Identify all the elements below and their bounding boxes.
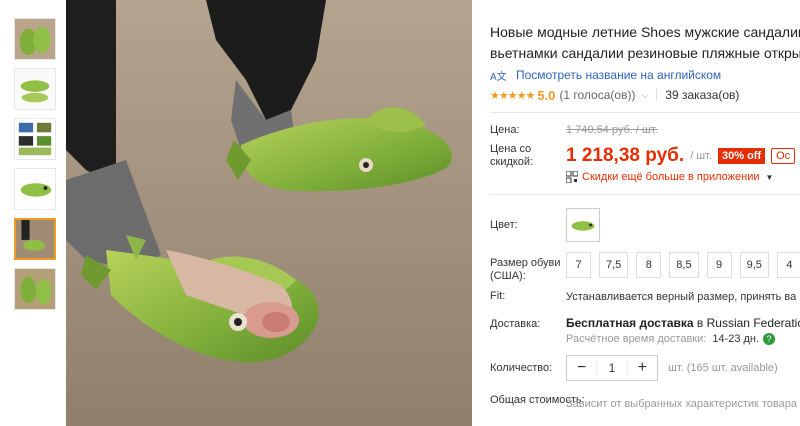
size-option-7[interactable]: 7 [566,252,591,278]
product-info-panel: Новые модные летние Shoes мужские сандал… [490,0,800,426]
title-line-1: Новые модные летние Shoes мужские сандал… [490,24,800,40]
translate-icon: A文 [490,72,507,83]
per-unit: / шт. [690,150,712,162]
fit-label: Fit: [490,290,506,302]
rating-stars-icon: ★★★★★ [490,89,535,102]
quantity-row: Количество: − 1 + шт. (165 шт. available… [490,355,778,381]
app-discount-link[interactable]: Скидки ещё больше в приложении ▼ [566,171,773,183]
total-value: Зависит от выбранных характеристик товар… [566,398,797,410]
fit-value: Устанавливается верный размер, принять в… [566,290,797,303]
main-product-image[interactable] [66,0,472,426]
thumbnail-3[interactable] [14,118,56,160]
thumbnail-4[interactable] [14,168,56,210]
size-option-8[interactable]: 8 [636,252,662,278]
shipping-row: Доставка: Бесплатная доставка в Russian … [490,316,800,345]
delivery-estimate: Расчётное время доставки: 14-23 дн.? [566,333,800,345]
thumbnail-6[interactable] [14,268,56,310]
orders-count: 39 заказа(ов) [665,88,740,102]
divider [490,112,800,113]
fit-row: Fit: Устанавливается верный размер, прин… [490,290,796,303]
thumbnail-2[interactable] [14,68,56,110]
old-price: 1 740,54 руб. / шт. [566,124,658,136]
size-options: 7 7,5 8 8,5 9 9,5 4 [566,252,800,278]
size-option-9[interactable]: 9 [706,252,732,278]
qr-code-icon [566,171,578,183]
caret-down-icon: ▼ [765,172,774,182]
decrease-button[interactable]: − [567,359,596,377]
size-row: Размер обуви (США): 7 7,5 8 8,5 9 9,5 4 [490,252,800,283]
translate-link[interactable]: A文 Посмотреть название на английском [490,68,800,83]
color-option-green[interactable] [566,208,600,242]
price-row: Цена: 1 740,54 руб. / шт. [490,124,658,137]
price-label: Цена: [490,124,520,136]
size-label: Размер обуви (США): [490,257,561,282]
delivery-estimate-value: 14-23 дн. [712,333,760,345]
thumbnail-list [14,18,58,318]
discount-price: 1 218,38 руб. [566,145,685,166]
size-option-9-5[interactable]: 9,5 [739,252,769,278]
shipping-label: Доставка: [490,318,541,330]
size-option-7-5[interactable]: 7,5 [599,252,629,278]
chevron-down-icon[interactable]: ⌵ [641,90,648,101]
shipping-destination[interactable]: в Russian Federation [697,316,800,330]
discount-price-row: Цена со скидкой: 1 218,38 руб. / шт. 30%… [490,143,796,169]
rating-value: 5.0 [537,87,556,103]
divider [490,194,800,195]
available-count: шт. (165 шт. available) [668,362,778,374]
coupon-badge[interactable]: Ос [771,148,796,164]
color-label: Цвет: [490,218,518,231]
discount-badge: 30% off [718,148,766,164]
total-label: Общая стоимость: [490,394,585,406]
size-option-4[interactable]: 4 [776,252,800,278]
help-icon[interactable]: ? [763,333,776,345]
quantity-stepper: − 1 + [566,355,658,381]
thumbnail-5-active[interactable] [14,218,56,260]
total-row: Общая стоимость: Зависит от выбранных ха… [490,394,797,410]
color-row: Цвет: [490,208,600,242]
rating-row: ★★★★★ 5.0 (1 голоса(ов)) ⌵ 39 заказа(ов) [490,86,800,104]
product-title: Новые модные летние Shoes мужские сандал… [490,22,800,64]
app-discount-label: Скидки ещё больше в приложении [582,171,760,183]
delivery-estimate-label: Расчётное время доставки: [566,333,707,345]
title-line-2: вьетнамки сандалии резиновые пляжные отк… [490,45,800,61]
discount-price-label: Цена со скидкой: [490,143,534,168]
thumbnail-1[interactable] [14,18,56,60]
rating-count[interactable]: (1 голоса(ов)) [559,88,635,102]
divider [656,89,658,101]
quantity-input[interactable]: 1 [596,361,628,375]
translate-link-label: Посмотреть название на английском [516,68,722,82]
quantity-label: Количество: [490,361,553,374]
size-option-8-5[interactable]: 8,5 [669,252,699,278]
free-shipping: Бесплатная доставка [566,316,694,330]
increase-button[interactable]: + [628,359,657,377]
